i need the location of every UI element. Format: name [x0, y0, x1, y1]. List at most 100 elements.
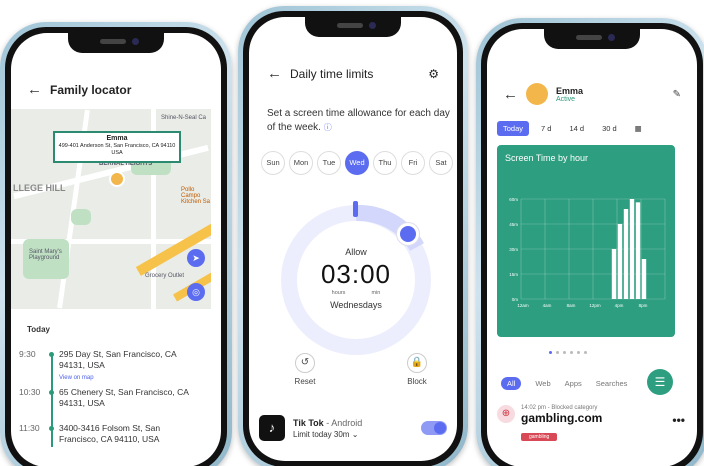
- filter-all[interactable]: All: [501, 377, 522, 390]
- tab-7d[interactable]: 7 d: [535, 121, 557, 136]
- chart-bar: [617, 224, 623, 299]
- timeline-time: 9:30: [19, 349, 36, 359]
- timeline-address: 65 Chenery St, San Francisco, CA 94131, …: [59, 387, 189, 408]
- back-arrow-icon[interactable]: ←: [267, 65, 282, 82]
- notch: [305, 17, 401, 37]
- reset-label: Reset: [294, 377, 316, 386]
- allowance-display: Allow 03:00 hours min Wednesdays: [281, 247, 431, 310]
- y-tick-label: 60m: [509, 197, 518, 202]
- timeline-dot: [49, 426, 54, 431]
- app-limit: Limit today 30m: [293, 429, 350, 439]
- pager-dot[interactable]: [577, 351, 580, 354]
- chart-svg: 0m 15m 30m 45m 60m 12am 4am 8am 12pm 4pm 8pm: [509, 197, 666, 308]
- globe-icon: ⊕: [497, 405, 515, 423]
- activity-item[interactable]: ⊕ 14:02 pm - Blocked category gambling.c…: [497, 405, 685, 443]
- filter-tabs: All Web Apps Searches: [501, 377, 627, 390]
- page-title: Daily time limits: [290, 66, 374, 81]
- tab-14d[interactable]: 14 d: [563, 121, 590, 136]
- page-title: Family locator: [50, 82, 132, 97]
- phone-family-locator: ← Family locator Shine-N-Seal Ca BERNAL …: [0, 22, 232, 466]
- pager-dots: [549, 351, 587, 354]
- reset-button[interactable]: ↺ Reset: [285, 353, 325, 386]
- activity-domain: gambling.com: [521, 411, 603, 425]
- day-tue[interactable]: Tue: [317, 151, 341, 175]
- time-value: 03:00: [320, 259, 392, 289]
- day-mon[interactable]: Mon: [289, 151, 313, 175]
- sliders-icon[interactable]: ☰: [647, 369, 673, 395]
- category-tag: gambling: [521, 433, 558, 441]
- y-tick-label: 15m: [509, 272, 518, 277]
- filter-searches[interactable]: Searches: [596, 379, 628, 388]
- day-thu[interactable]: Thu: [373, 151, 397, 175]
- chevron-down-icon[interactable]: ⌄: [352, 430, 359, 439]
- dial-start-marker: [353, 201, 358, 217]
- min-label: min: [371, 290, 381, 296]
- back-arrow-icon[interactable]: ←: [27, 81, 42, 98]
- day-sun[interactable]: Sun: [261, 151, 285, 175]
- day-selector: Sun Mon Tue Wed Thu Fri Sat: [261, 151, 453, 175]
- timeline-dot: [49, 390, 54, 395]
- x-tick-label: 12pm: [589, 303, 601, 308]
- app-limit-row[interactable]: ♪ Tik Tok - Android Limit today 30m ⌄: [259, 415, 447, 441]
- map-label: Saint Mary's Playground: [29, 249, 62, 261]
- phone-daily-limits: ← Daily time limits ⚙ Set a screen time …: [238, 6, 468, 466]
- map-view[interactable]: Shine-N-Seal Ca BERNAL HEIGHTS LLEGE HIL…: [11, 109, 211, 309]
- lock-icon: 🔒: [407, 353, 427, 373]
- app-name: Tik Tok: [293, 417, 324, 428]
- filter-web[interactable]: Web: [535, 379, 550, 388]
- x-tick-label: 12am: [517, 303, 529, 308]
- tab-30d[interactable]: 30 d: [596, 121, 623, 136]
- status-badge: Active: [556, 95, 576, 103]
- calendar-icon[interactable]: ▦: [629, 121, 648, 136]
- x-tick-label: 4pm: [615, 303, 624, 308]
- chart-bar: [629, 199, 635, 299]
- pager-dot[interactable]: [549, 351, 552, 354]
- callout-address: 499-401 Anderson St, San Francisco, CA 9…: [58, 143, 176, 156]
- timeline-dot: [49, 352, 54, 357]
- edit-icon[interactable]: ✎: [673, 89, 681, 100]
- map-label: Grocery Outlet: [145, 273, 185, 279]
- today-heading: Today: [27, 325, 50, 334]
- screen-time-chart: Screen Time by hour 0m 15m 30m 45m 60m 12am 4a…: [497, 145, 675, 337]
- settings-gear-icon[interactable]: ⚙: [428, 67, 439, 81]
- filter-apps[interactable]: Apps: [565, 379, 582, 388]
- locate-icon[interactable]: ◎: [187, 283, 205, 301]
- tab-today[interactable]: Today: [497, 121, 530, 136]
- chart-bar: [611, 249, 617, 299]
- map-label: Pollo Campo Kitchen Sa: [181, 187, 211, 205]
- chart-bar: [641, 259, 647, 299]
- info-icon[interactable]: ⓘ: [324, 123, 332, 132]
- timeline-time: 11:30: [19, 423, 40, 433]
- chart-bar: [623, 209, 629, 299]
- day-sat[interactable]: Sat: [429, 151, 453, 175]
- block-label: Block: [407, 377, 427, 386]
- pager-dot[interactable]: [556, 351, 559, 354]
- callout-name: Emma: [106, 135, 128, 142]
- more-options-icon[interactable]: •••: [672, 413, 685, 443]
- map-label: Shine-N-Seal Ca: [161, 115, 207, 121]
- y-tick-label: 45m: [509, 222, 518, 227]
- view-on-map-link[interactable]: View on map: [59, 375, 94, 381]
- tiktok-icon: ♪: [259, 415, 285, 441]
- timeline-line: [51, 355, 53, 447]
- pager-dot[interactable]: [584, 351, 587, 354]
- back-arrow-icon[interactable]: ←: [503, 86, 518, 103]
- child-name: Emma: [556, 85, 584, 96]
- allow-label: Allow: [345, 247, 367, 257]
- description-text: Set a screen time allowance for each day…: [267, 108, 450, 133]
- dial-handle[interactable]: [397, 223, 419, 245]
- app-limit-toggle[interactable]: [421, 421, 447, 435]
- timeline-address: 295 Day St, San Francisco, CA 94131, USA: [59, 349, 177, 370]
- block-button[interactable]: 🔒 Block: [397, 353, 437, 386]
- description: Set a screen time allowance for each day…: [267, 107, 457, 135]
- directions-icon[interactable]: ➤: [187, 249, 205, 267]
- pager-dot[interactable]: [570, 351, 573, 354]
- day-fri[interactable]: Fri: [401, 151, 425, 175]
- hours-label: hours: [331, 290, 346, 296]
- y-tick-label: 30m: [509, 247, 518, 252]
- child-avatar-marker[interactable]: [109, 171, 125, 187]
- day-label: Wednesdays: [330, 300, 382, 310]
- timeline-address: 3400-3416 Folsom St, San Francisco, CA 9…: [59, 423, 161, 444]
- pager-dot[interactable]: [563, 351, 566, 354]
- day-wed[interactable]: Wed: [345, 151, 369, 175]
